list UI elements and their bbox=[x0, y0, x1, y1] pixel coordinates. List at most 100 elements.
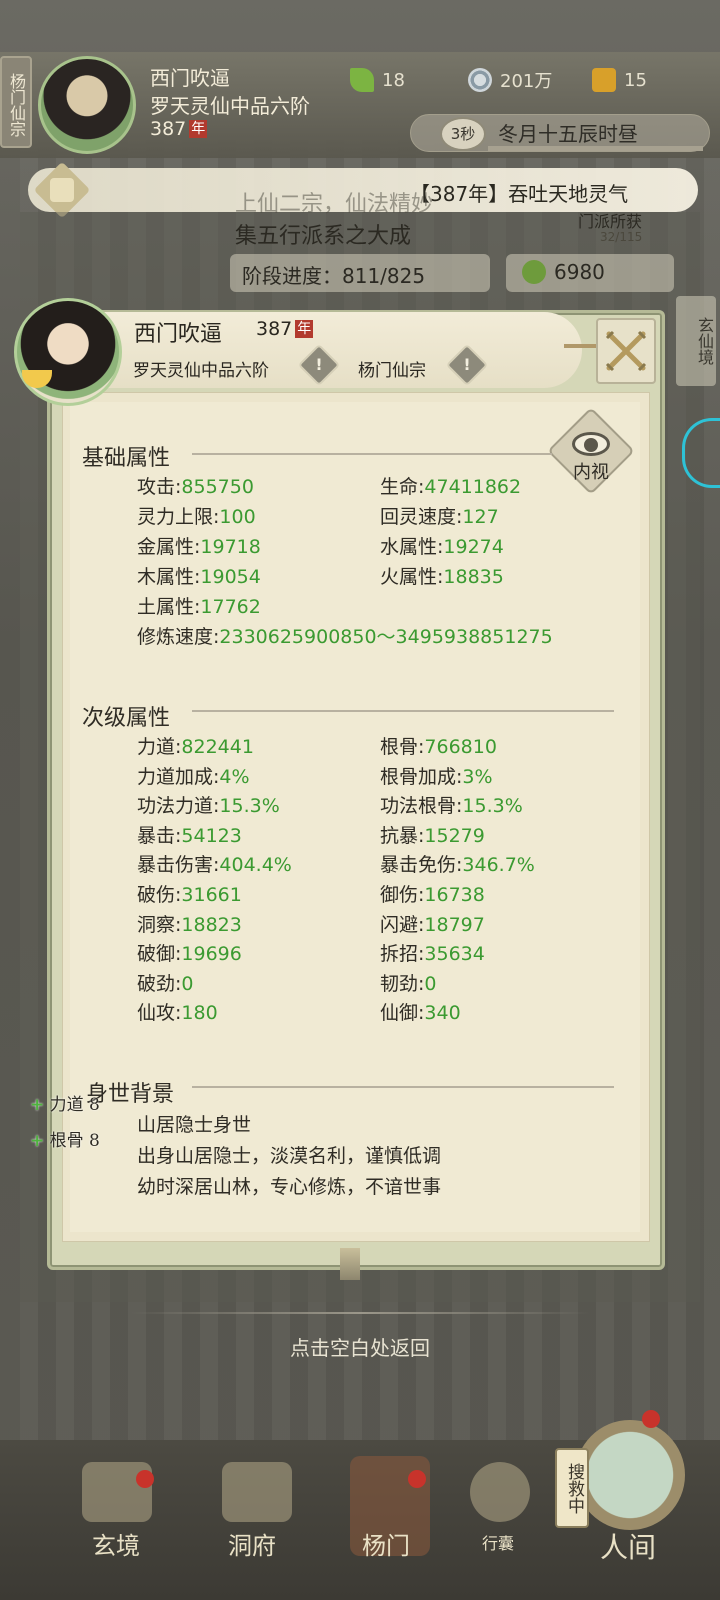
attribute-item: 回灵速度:127 bbox=[380, 502, 499, 529]
character-name: 西门吹逼 bbox=[134, 322, 223, 347]
ticker-text: 【387年】吞吐天地灵气 bbox=[410, 182, 629, 206]
leaf-count: 18 bbox=[382, 69, 405, 91]
cultivation-speed: 修炼速度:2330625900850～3495938851275 bbox=[137, 622, 553, 649]
header-name: 西门吹逼 bbox=[150, 66, 230, 90]
side-realm-tab[interactable]: 玄仙境 bbox=[676, 296, 716, 386]
guild-gain-label: 门派所获 bbox=[578, 212, 643, 231]
world-icon bbox=[575, 1420, 685, 1530]
attribute-item: 破伤:31661 bbox=[137, 880, 242, 907]
attribute-label: 攻击: bbox=[137, 476, 182, 498]
attribute-value: 15279 bbox=[424, 824, 485, 847]
attribute-label: 根骨: bbox=[380, 736, 425, 758]
attribute-value: 19718 bbox=[200, 536, 261, 558]
resource-gold[interactable]: 15 bbox=[592, 66, 647, 94]
attribute-value: 100 bbox=[219, 506, 256, 528]
attribute-label: 破伤: bbox=[137, 884, 182, 906]
notification-dot bbox=[408, 1470, 426, 1488]
game-date: 冬月十五辰时昼 bbox=[498, 122, 638, 146]
attribute-value: 346.7% bbox=[462, 854, 535, 877]
attribute-value: 19696 bbox=[181, 943, 242, 966]
attribute-item: 韧劲:0 bbox=[380, 969, 437, 996]
attribute-item: 闪避:18797 bbox=[380, 910, 485, 937]
story-line: 山居隐士身世 bbox=[137, 1114, 252, 1136]
attribute-label: 破御: bbox=[137, 943, 182, 966]
attribute-label: 功法力道: bbox=[137, 795, 220, 818]
attribute-label: 火属性: bbox=[380, 566, 444, 588]
attribute-label: 御伤: bbox=[380, 884, 425, 906]
stage-progress: 阶段进度：811/825 bbox=[230, 254, 490, 292]
attribute-item: 根骨:766810 bbox=[380, 732, 497, 759]
attribute-label: 金属性: bbox=[137, 536, 201, 558]
attribute-value: 15.3% bbox=[462, 795, 523, 818]
attribute-value: 0 bbox=[181, 972, 194, 995]
attribute-label: 暴击伤害: bbox=[137, 854, 220, 877]
guild-gain-count: 32/115 bbox=[600, 230, 643, 244]
close-button[interactable] bbox=[596, 318, 656, 384]
attribute-value: 855750 bbox=[181, 476, 254, 498]
attribute-item: 灵力上限:100 bbox=[137, 502, 256, 529]
attribute-item: 破御:19696 bbox=[137, 939, 242, 966]
nav-tab-bag[interactable]: 行囊 bbox=[482, 1530, 514, 1554]
attribute-label: 暴击免伤: bbox=[380, 854, 463, 877]
gold-count: 15 bbox=[624, 69, 647, 91]
search-rescue-badge[interactable]: 搜救中 bbox=[555, 1448, 589, 1528]
eye-pupil-icon bbox=[584, 438, 598, 452]
close-button-bar bbox=[564, 344, 598, 348]
close-icon bbox=[605, 330, 647, 372]
attribute-item: 水属性:19274 bbox=[380, 532, 504, 559]
attribute-item: 仙攻:180 bbox=[137, 998, 218, 1025]
age-unit-badge: 年 bbox=[189, 120, 208, 138]
attribute-label: 抗暴: bbox=[380, 824, 425, 847]
attribute-label: 水属性: bbox=[380, 536, 444, 558]
attribute-value: 2330625900850～3495938851275 bbox=[219, 626, 553, 648]
attribute-value: 404.4% bbox=[219, 854, 292, 877]
attribute-value: 18823 bbox=[181, 913, 242, 936]
attribute-label: 力道: bbox=[137, 736, 182, 758]
attribute-label: 拆招: bbox=[380, 943, 425, 966]
bonus-strength: + 力道 8 bbox=[30, 1095, 100, 1115]
attribute-item: 御伤:16738 bbox=[380, 880, 485, 907]
nav-tab-xuanjing[interactable]: 玄境 bbox=[92, 1526, 140, 1561]
attribute-label: 洞察: bbox=[137, 913, 182, 936]
nav-tab-yangmen[interactable]: 杨门 bbox=[362, 1526, 410, 1561]
attribute-label: 功法根骨: bbox=[380, 795, 463, 818]
attribute-item: 火属性:18835 bbox=[380, 562, 504, 589]
header-avatar[interactable] bbox=[38, 56, 136, 154]
attribute-value: 16738 bbox=[424, 884, 485, 906]
attribute-value: 340 bbox=[424, 1002, 461, 1025]
attribute-value: 31661 bbox=[181, 884, 242, 906]
hint-divider bbox=[130, 1312, 590, 1314]
coin-icon bbox=[468, 68, 492, 92]
attribute-value: 18835 bbox=[443, 566, 504, 588]
section-divider bbox=[192, 453, 552, 455]
attribute-item: 仙御:340 bbox=[380, 998, 461, 1025]
attribute-label: 闪避: bbox=[380, 913, 425, 936]
character-age: 387 年 bbox=[256, 318, 314, 340]
resource-coins[interactable]: 201万 bbox=[468, 66, 552, 94]
attribute-item: 暴击:54123 bbox=[137, 821, 242, 848]
resource-leaf[interactable]: 18 bbox=[350, 66, 405, 94]
attribute-value: 3% bbox=[462, 765, 493, 788]
attribute-item: 功法根骨:15.3% bbox=[380, 791, 523, 818]
leaf-icon bbox=[350, 68, 374, 92]
background-line2: 集五行派系之大成 bbox=[235, 224, 412, 249]
attribute-item: 土属性:17762 bbox=[137, 592, 261, 619]
sect-tag[interactable]: 杨门仙宗 bbox=[0, 56, 32, 148]
header-age: 387 年 bbox=[150, 118, 208, 140]
header-age-value: 387 bbox=[150, 118, 187, 140]
bonus-constitution: + 根骨 8 bbox=[30, 1131, 100, 1151]
attribute-item: 根骨加成:3% bbox=[380, 762, 493, 789]
attribute-item: 暴击伤害:404.4% bbox=[137, 850, 292, 877]
attribute-label: 回灵速度: bbox=[380, 506, 463, 528]
character-age-value: 387 bbox=[256, 318, 293, 340]
nav-tab-dongfu[interactable]: 洞府 bbox=[228, 1526, 276, 1561]
return-hint[interactable]: 点击空白处返回 bbox=[0, 1332, 720, 1361]
attribute-value: 47411862 bbox=[424, 476, 522, 498]
nav-tab-renjian[interactable]: 人间 bbox=[600, 1526, 656, 1566]
section-divider bbox=[192, 1086, 614, 1088]
character-realm: 罗天灵仙中品六阶 bbox=[133, 361, 269, 381]
attribute-label: 暴击: bbox=[137, 824, 182, 847]
attribute-label: 生命: bbox=[380, 476, 425, 498]
attribute-label: 仙御: bbox=[380, 1002, 425, 1025]
attribute-item: 力道:822441 bbox=[137, 732, 254, 759]
